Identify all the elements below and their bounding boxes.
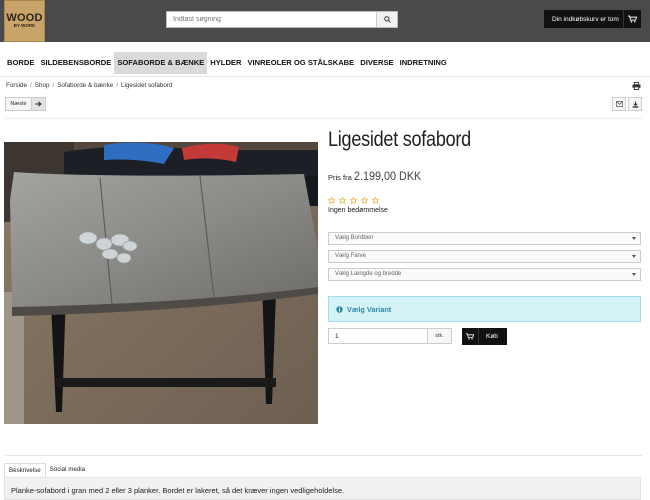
breadcrumb-sofaborde[interactable]: Sofaborde & bænke — [57, 82, 113, 89]
product-price: Pris fra 2.199,00 DKK — [328, 169, 429, 183]
price-prefix: Pris fra — [328, 173, 352, 182]
star-icon — [328, 197, 335, 204]
cart-button[interactable]: Din indkøbskurv er tom — [544, 10, 641, 28]
star-icon — [339, 197, 346, 204]
nav-item-vinreoler-staalskabe[interactable]: VINREOLER OG STÅLSKABE — [244, 52, 357, 74]
nav-divider — [0, 76, 650, 77]
variant-alert: Vælg Variant — [328, 296, 641, 322]
buy-button[interactable]: Køb — [462, 328, 507, 345]
unit-label: stk. — [428, 328, 452, 344]
main-nav: BORDE SILDEBENSBORDE SOFABORDE & BÆNKE H… — [4, 52, 450, 74]
breadcrumb: Forside / Shop / Sofaborde & bænke / Lig… — [6, 82, 172, 89]
nav-item-sofaborde-baenke[interactable]: SOFABORDE & BÆNKE — [114, 52, 208, 74]
price-amount: 2.199,00 DKK — [353, 169, 422, 183]
product-title: Ligesidet sofabord — [328, 128, 471, 151]
cart-label: Din indkøbskurv er tom — [552, 15, 619, 23]
select-farve[interactable]: Vælg Farve — [328, 250, 641, 263]
product-image[interactable] — [4, 142, 318, 424]
arrow-right-icon — [31, 98, 45, 110]
top-bar: WOOD BY WORK Din indkøbskurv er tom — [0, 0, 650, 42]
email-button[interactable] — [612, 97, 626, 111]
chevron-down-icon — [632, 237, 636, 240]
variant-alert-text: Vælg Variant — [347, 304, 392, 314]
quantity-input[interactable] — [328, 328, 428, 344]
search-box — [166, 11, 398, 28]
select-farve-label: Vælg Farve — [335, 253, 367, 259]
nav-item-borde[interactable]: BORDE — [4, 52, 37, 74]
download-icon — [632, 100, 638, 108]
breadcrumb-separator: / — [52, 82, 55, 89]
search-button[interactable] — [376, 12, 397, 27]
download-button[interactable] — [628, 97, 642, 111]
cart-icon — [462, 328, 479, 345]
nav-item-sildebensborde[interactable]: SILDEBENSBORDE — [37, 52, 114, 74]
select-bordben-label: Vælg Bordben — [335, 235, 374, 241]
breadcrumb-separator: / — [116, 82, 118, 89]
select-laengde-bredde[interactable]: Vælg Længde og bredde — [328, 268, 641, 281]
wood-by-work-logo[interactable]: WOOD BY WORK — [4, 0, 45, 42]
cart-icon-wrap — [623, 10, 641, 28]
product-description: Planke-sofabord i gran med 2 eller 3 pla… — [11, 486, 345, 495]
select-laengde-label: Vælg Længde og bredde — [335, 271, 402, 277]
buy-label: Køb — [486, 333, 498, 340]
print-icon[interactable] — [632, 82, 641, 90]
tab-panel-beskrivelse: Planke-sofabord i gran med 2 eller 3 pla… — [4, 477, 641, 500]
search-input[interactable] — [167, 12, 377, 27]
next-label: Næste — [10, 101, 27, 107]
chevron-down-icon — [632, 255, 636, 258]
breadcrumb-shop[interactable]: Shop — [35, 82, 50, 89]
logo-text: WOOD — [6, 12, 43, 24]
breadcrumb-current: Ligesidet sofabord — [120, 82, 173, 89]
nav-item-hylder[interactable]: HYLDER — [207, 52, 244, 74]
nav-item-indretning[interactable]: INDRETNING — [397, 52, 450, 74]
tabs-divider — [5, 455, 642, 456]
next-product-button[interactable]: Næste — [5, 97, 46, 111]
chevron-down-icon — [632, 273, 636, 276]
rating-stars[interactable] — [328, 197, 379, 204]
breadcrumb-separator: / — [30, 82, 32, 89]
no-reviews-text: Ingen bedømmelse — [328, 207, 388, 214]
star-icon — [372, 197, 379, 204]
envelope-icon — [615, 101, 623, 107]
select-bordben[interactable]: Vælg Bordben — [328, 232, 641, 245]
nav-item-diverse[interactable]: DIVERSE — [357, 52, 396, 74]
breadcrumb-forside[interactable]: Forside — [6, 82, 27, 89]
cart-icon — [628, 15, 637, 23]
tab-beskrivelse[interactable]: Beskrivelse — [4, 463, 46, 477]
info-circle-icon — [336, 305, 343, 313]
logo-subtext: BY WORK — [13, 23, 36, 28]
toolbar-divider — [5, 118, 642, 119]
tab-social-media[interactable]: Social media — [46, 463, 89, 477]
search-icon — [383, 16, 391, 23]
product-tabs: Beskrivelse Social media — [4, 463, 89, 477]
star-icon — [361, 197, 368, 204]
star-icon — [350, 197, 357, 204]
